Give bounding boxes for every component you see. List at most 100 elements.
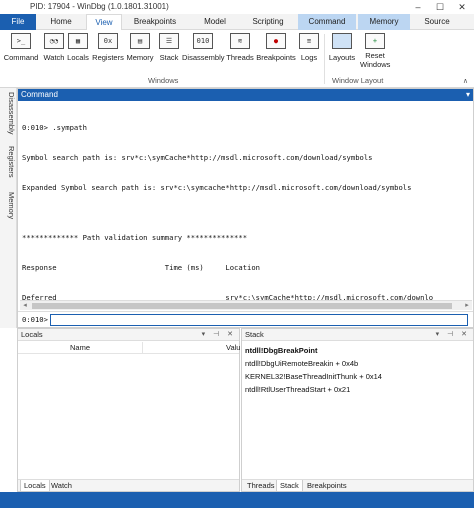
- output-line: Symbol search path is: srv*c:\symCache*h…: [22, 153, 373, 162]
- ribbon: >_ Command ◔◔ Watch ▦ Locals 0x Register…: [0, 30, 474, 88]
- reset-windows-label-1: Reset: [365, 51, 385, 60]
- command-output[interactable]: 0:010> .sympath Symbol search path is: s…: [22, 103, 470, 303]
- registers-button[interactable]: 0x Registers: [91, 33, 125, 73]
- logs-button-label: Logs: [300, 53, 318, 62]
- pane-controls-icon[interactable]: ▾ ⊣ ✕: [436, 329, 470, 341]
- side-tab-registers[interactable]: Registers: [1, 146, 16, 178]
- output-line: Expanded Symbol search path is: srv*c:\s…: [22, 183, 412, 192]
- tab-view[interactable]: View: [86, 14, 122, 31]
- column-divider[interactable]: [142, 342, 143, 354]
- breakpoints-button[interactable]: ● Breakpoints: [256, 33, 296, 73]
- tab-command[interactable]: Command: [298, 14, 356, 30]
- scroll-right-icon[interactable]: ▸: [462, 301, 472, 311]
- output-line: Response Time (ms) Location: [22, 263, 260, 272]
- layouts-label: Layouts: [328, 53, 356, 62]
- chevron-down-icon[interactable]: ▾: [466, 89, 470, 101]
- maximize-button[interactable]: ☐: [430, 0, 450, 14]
- column-value[interactable]: Valu: [226, 342, 240, 354]
- tab-memory[interactable]: Memory: [358, 14, 410, 30]
- stack-frame-list: ntdll!DbgBreakPoint ntdll!DbgUiRemoteBre…: [245, 344, 470, 396]
- side-tab-strip: Disassembly Registers Memory: [0, 88, 17, 328]
- tab-locals[interactable]: Locals: [20, 480, 50, 492]
- stack-frame[interactable]: ntdll!DbgUiRemoteBreakin + 0x4b: [245, 357, 470, 370]
- disassembly-button[interactable]: 010 Disassembly: [182, 33, 225, 73]
- stack-button[interactable]: ☰ Stack: [157, 33, 181, 73]
- tab-scripting[interactable]: Scripting: [244, 14, 292, 30]
- tab-model[interactable]: Model: [194, 14, 236, 30]
- ribbon-group-separator: [324, 34, 325, 84]
- column-name[interactable]: Name: [70, 342, 90, 354]
- command-input[interactable]: [50, 314, 468, 326]
- reset-windows-label-2: Windows: [360, 60, 391, 69]
- locals-window: Locals ▾ ⊣ ✕ Name Valu Locals Watch: [17, 328, 240, 492]
- command-icon: >_: [11, 33, 31, 49]
- memory-button[interactable]: ▤ Memory: [124, 33, 156, 73]
- side-tab-disassembly[interactable]: Disassembly: [1, 92, 16, 135]
- logs-button[interactable]: ≡ Logs: [297, 33, 321, 73]
- pane-controls-icon[interactable]: ▾ ⊣ ✕: [202, 329, 236, 341]
- memory-icon: ▤: [130, 33, 150, 49]
- locals-button[interactable]: ▦ Locals: [66, 33, 90, 73]
- watch-icon: ◔◔: [44, 33, 64, 49]
- scrollbar-thumb[interactable]: [32, 303, 452, 309]
- logs-icon: ≡: [299, 33, 319, 49]
- command-window: Command ▾ 0:010> .sympath Symbol search …: [17, 88, 474, 328]
- locals-icon: ▦: [68, 33, 88, 49]
- stack-window-title: Stack: [245, 330, 264, 339]
- reset-windows-button[interactable]: + Reset Windows: [360, 33, 390, 73]
- command-button-label: Command: [3, 53, 39, 62]
- side-tab-memory[interactable]: Memory: [1, 192, 16, 219]
- ribbon-collapse-icon[interactable]: ∧: [463, 77, 468, 85]
- stack-frame[interactable]: ntdll!DbgBreakPoint: [245, 344, 470, 357]
- stack-tab-strip: Threads Stack Breakpoints: [242, 479, 473, 492]
- stack-frame[interactable]: KERNEL32!BaseThreadInitThunk + 0x14: [245, 370, 470, 383]
- ribbon-tab-bar: File Home View Breakpoints Model Scripti…: [0, 14, 474, 31]
- output-line: ************* Path validation summary **…: [22, 233, 248, 242]
- horizontal-scrollbar[interactable]: ◂ ▸: [20, 300, 472, 310]
- locals-tab-strip: Locals Watch: [18, 479, 239, 492]
- registers-button-label: Registers: [92, 53, 124, 62]
- layouts-dropdown[interactable]: Layouts: [328, 33, 356, 73]
- tab-file[interactable]: File: [0, 14, 36, 30]
- command-prompt: 0:010>: [22, 315, 48, 324]
- scroll-left-icon[interactable]: ◂: [20, 301, 30, 311]
- command-button[interactable]: >_ Command: [3, 33, 39, 73]
- tab-threads[interactable]: Threads: [244, 480, 278, 492]
- disassembly-button-label: Disassembly: [182, 53, 225, 62]
- stack-frame[interactable]: ntdll!RtlUserThreadStart + 0x21: [245, 383, 470, 396]
- tab-breakpoints[interactable]: Breakpoints: [126, 14, 184, 30]
- breakpoints-button-label: Breakpoints: [256, 53, 296, 62]
- tab-source[interactable]: Source: [416, 14, 458, 30]
- locals-window-header: Locals ▾ ⊣ ✕: [18, 329, 239, 341]
- command-window-header: Command ▾: [18, 89, 473, 101]
- breakpoints-icon: ●: [266, 33, 286, 49]
- tab-stack[interactable]: Stack: [276, 480, 303, 492]
- stack-icon: ☰: [159, 33, 179, 49]
- locals-column-header: Name Valu: [18, 342, 240, 354]
- tab-home[interactable]: Home: [44, 14, 78, 30]
- status-bar: [0, 492, 474, 508]
- layouts-icon: [332, 33, 352, 49]
- reset-windows-icon: +: [365, 33, 385, 49]
- watch-button[interactable]: ◔◔ Watch: [40, 33, 68, 73]
- stack-button-label: Stack: [159, 53, 179, 62]
- stack-window-header: Stack ▾ ⊣ ✕: [242, 329, 473, 341]
- group-label-windows: Windows: [148, 76, 179, 85]
- output-line: 0:010> .sympath: [22, 123, 87, 132]
- locals-window-title: Locals: [21, 330, 43, 339]
- memory-button-label: Memory: [126, 53, 154, 62]
- tab-watch[interactable]: Watch: [48, 480, 75, 492]
- stack-window: Stack ▾ ⊣ ✕ ntdll!DbgBreakPoint ntdll!Db…: [241, 328, 474, 492]
- tab-breakpoints-pane[interactable]: Breakpoints: [304, 480, 350, 492]
- command-prompt-row: 0:010>: [18, 311, 473, 327]
- title-bar: PID: 17904 - WinDbg (1.0.1801.31001) – ☐…: [0, 0, 474, 14]
- group-label-window-layout: Window Layout: [332, 76, 384, 85]
- locals-button-label: Locals: [67, 53, 89, 62]
- registers-icon: 0x: [98, 33, 118, 49]
- minimize-button[interactable]: –: [408, 0, 428, 14]
- command-window-title: Command: [21, 90, 58, 99]
- close-button[interactable]: ✕: [452, 0, 472, 14]
- threads-button[interactable]: ≋ Threads: [225, 33, 255, 73]
- window-title: PID: 17904 - WinDbg (1.0.1801.31001): [30, 2, 169, 11]
- threads-icon: ≋: [230, 33, 250, 49]
